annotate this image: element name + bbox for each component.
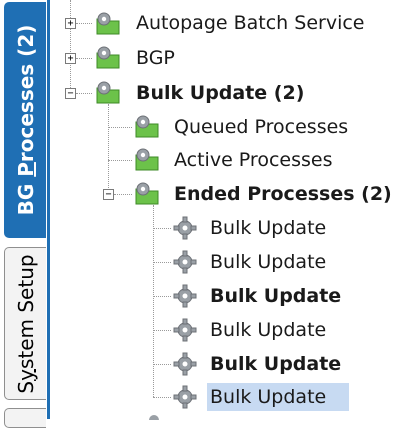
tree-connector <box>114 194 132 195</box>
gear-icon <box>149 415 159 420</box>
tree-connector <box>108 104 109 196</box>
gear-icon <box>173 352 197 376</box>
folder-gear-icon <box>135 148 159 171</box>
tree-node-label: Bulk Update <box>210 353 342 375</box>
tree-connector <box>76 23 92 24</box>
tree-node-label: Bulk Update <box>210 217 327 239</box>
tree-node-label: Queued Processes <box>174 116 349 138</box>
tree-connector <box>153 296 171 297</box>
tree-connector <box>153 364 171 365</box>
tab-partial[interactable] <box>4 408 46 428</box>
folder-gear-icon <box>135 182 159 205</box>
collapse-button[interactable]: − <box>65 88 76 99</box>
tree-node-label: Bulk Update <box>210 285 342 307</box>
tree-node-label: Ended Processes (2) <box>174 183 392 205</box>
collapse-button[interactable]: − <box>103 189 114 200</box>
tree-connector <box>108 160 132 161</box>
process-tree: + Autopage Batch Service + BGP − Bulk Up… <box>50 0 404 420</box>
tree-connector <box>108 127 132 128</box>
tree-connector <box>153 205 154 397</box>
vertical-tab-strip: BG Processes (2) System Setup <box>0 0 50 428</box>
tree-node-label: Autopage Batch Service <box>136 12 365 34</box>
tree-connector <box>76 93 92 94</box>
tree-node-label: Bulk Update <box>210 251 327 273</box>
tree-connector <box>153 228 171 229</box>
tree-connector <box>76 58 92 59</box>
tab-system-setup-label: System Setup <box>13 253 38 394</box>
folder-gear-icon <box>96 46 120 69</box>
folder-gear-icon <box>96 81 120 104</box>
folder-gear-icon <box>96 12 120 35</box>
tree-node-label: Bulk Update <box>207 383 349 411</box>
expand-button[interactable]: + <box>65 53 76 64</box>
tree-connector <box>153 330 171 331</box>
tree-node-label: BGP <box>136 47 175 69</box>
expand-button[interactable]: + <box>65 18 76 29</box>
tab-system-setup[interactable]: System Setup <box>4 247 46 400</box>
gear-icon <box>173 318 197 342</box>
gear-icon <box>173 284 197 308</box>
tree-node-label: Bulk Update <box>210 319 327 341</box>
folder-gear-icon <box>135 115 159 138</box>
gear-icon <box>173 216 197 240</box>
tab-bg-processes-label: BG Processes (2) <box>13 24 38 216</box>
tree-connector <box>70 0 71 96</box>
gear-icon <box>173 250 197 274</box>
tree-connector <box>153 397 171 398</box>
tree-connector <box>153 262 171 263</box>
gear-icon <box>173 385 197 409</box>
tree-node-label: Bulk Update (2) <box>136 82 305 104</box>
tree-node-label: Active Processes <box>174 149 333 171</box>
tab-bg-processes[interactable]: BG Processes (2) <box>4 2 46 238</box>
